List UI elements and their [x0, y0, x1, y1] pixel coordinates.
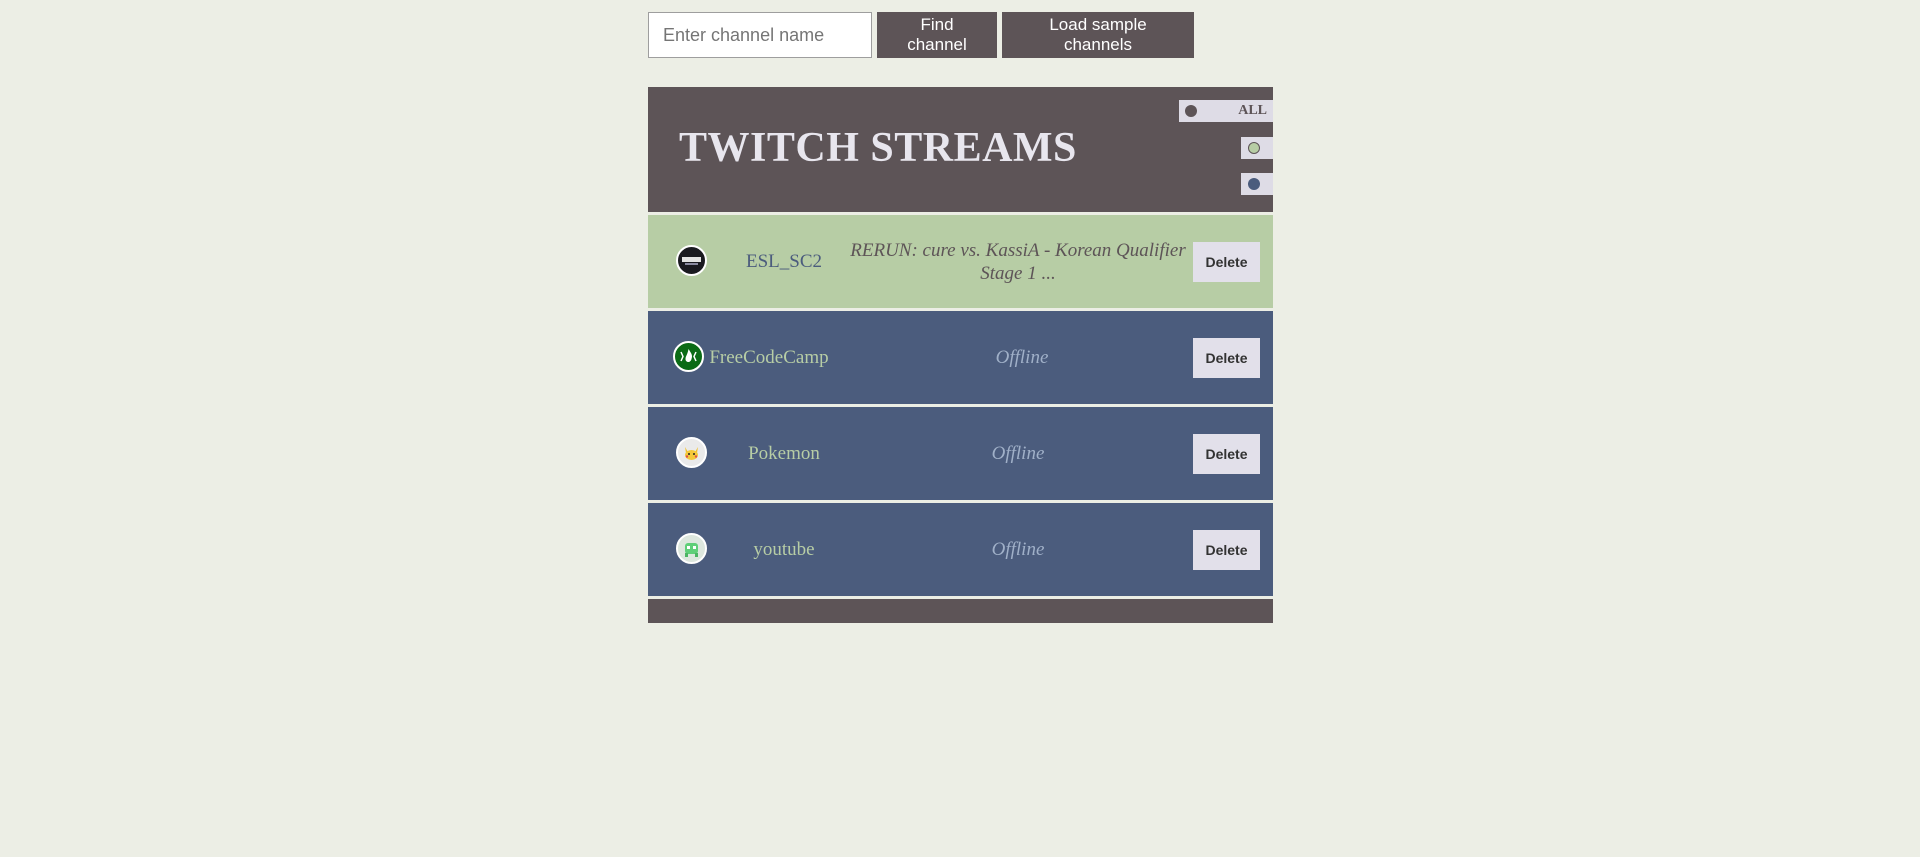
filter-offline-button[interactable] [1241, 173, 1273, 195]
channel-row-pokemon: Pokemon Offline Delete [648, 407, 1273, 500]
filter-online-dot-icon [1248, 142, 1260, 154]
channel-name-input[interactable] [648, 12, 872, 58]
filter-online-button[interactable] [1241, 137, 1273, 159]
channel-status: RERUN: cure vs. KassiA - Korean Qualifie… [850, 239, 1186, 284]
delete-channel-button[interactable]: Delete [1193, 242, 1260, 282]
channel-row-youtube: youtube Offline Delete [648, 503, 1273, 596]
filter-all-button[interactable]: ALL [1179, 100, 1273, 122]
freecodecamp-logo-icon [675, 343, 702, 370]
delete-channel-button[interactable]: Delete [1193, 530, 1260, 570]
channel-controls: Find channel Load sample channels [648, 11, 1194, 59]
delete-channel-button[interactable]: Delete [1193, 434, 1260, 474]
channel-avatar-youtube [676, 533, 707, 564]
find-channel-button[interactable]: Find channel [877, 12, 997, 58]
streams-panel: TWITCH STREAMS ALL ESL_SC2 RERUN: cure v… [648, 87, 1273, 623]
pikachu-avatar-icon [678, 439, 705, 466]
channel-avatar-esl-sc2 [676, 245, 707, 276]
channel-status: Offline [991, 443, 1045, 464]
channel-avatar-freecodecamp [673, 341, 704, 372]
channel-row-freecodecamp: FreeCodeCamp Offline Delete [648, 311, 1273, 404]
channel-name[interactable]: FreeCodeCamp [703, 311, 835, 404]
filter-offline-dot-icon [1248, 178, 1260, 190]
esl-logo-icon [678, 247, 705, 274]
streams-header: TWITCH STREAMS ALL [648, 87, 1273, 212]
filter-all-dot-icon [1185, 105, 1197, 117]
delete-channel-button[interactable]: Delete [1193, 338, 1260, 378]
streams-footer [648, 599, 1273, 623]
page-title: TWITCH STREAMS [679, 125, 1077, 171]
channel-avatar-pokemon [676, 437, 707, 468]
channel-row-esl-sc2: ESL_SC2 RERUN: cure vs. KassiA - Korean … [648, 215, 1273, 308]
youtube-avatar-icon [678, 535, 705, 562]
load-sample-channels-button[interactable]: Load sample channels [1002, 12, 1194, 58]
filter-all-label: ALL [1238, 103, 1267, 118]
channel-status: Offline [991, 539, 1045, 560]
channel-status: Offline [995, 347, 1049, 368]
